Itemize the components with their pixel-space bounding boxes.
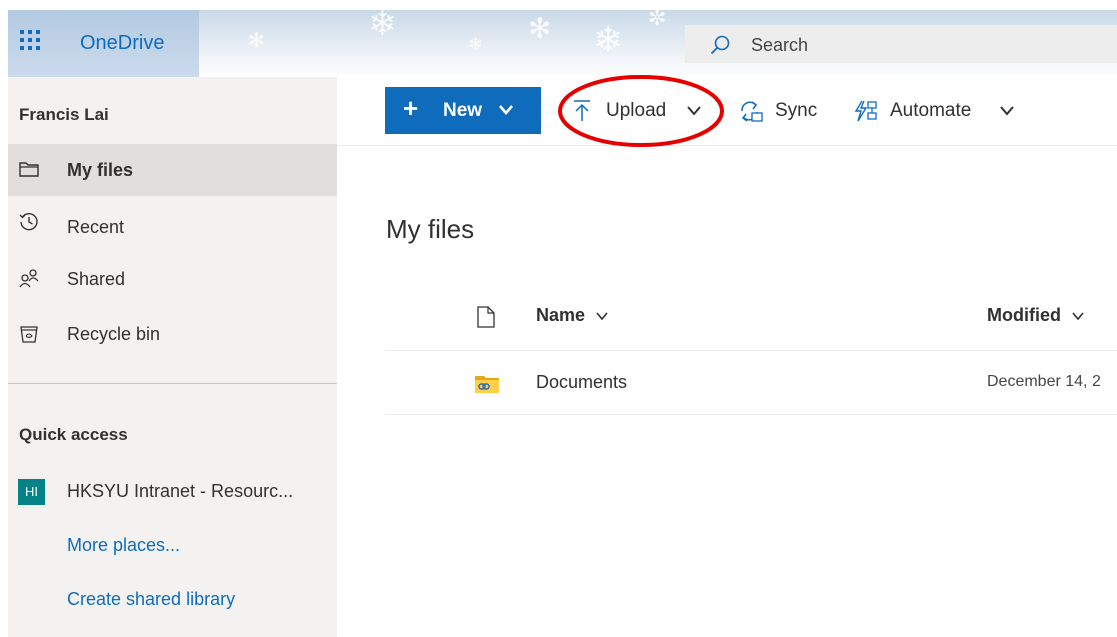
column-header-name[interactable]: Name [536,305,609,335]
file-type-icon[interactable] [476,305,496,329]
sync-button[interactable]: Sync [738,92,828,130]
quick-access-item-hksyu-intranet[interactable]: HI HKSYU Intranet - Resourc... [8,465,337,515]
sidebar-item-label: Shared [67,269,126,289]
page-title: My files [386,214,475,244]
site-badge: HI [18,479,45,505]
automate-button[interactable]: Automate [853,92,1018,130]
more-places-link[interactable]: More places... [67,535,180,556]
sidebar-item-label: My files [67,160,134,180]
chevron-down-icon [687,106,701,116]
snowflake-decoration: ✻ [528,12,552,45]
app-name[interactable]: OneDrive [80,32,164,55]
snowflake-decoration: ❄ [368,10,397,44]
chevron-down-icon [499,105,513,115]
recycle-bin-icon [20,326,38,343]
sidebar-item-shared[interactable]: Shared [8,253,337,305]
automate-button-label: Automate [890,100,972,121]
column-header-modified[interactable]: Modified [987,305,1085,335]
column-header-label: Modified [987,305,1061,325]
snowflake-decoration: ❄ [593,20,624,61]
quick-access-heading: Quick access [19,425,128,444]
upload-button-label: Upload [606,100,667,121]
chevron-down-icon [1072,312,1085,321]
upload-icon [574,100,590,121]
app-launcher-icon[interactable] [18,28,44,54]
file-name-documents[interactable]: Documents [536,372,627,393]
command-bar-divider [337,145,1117,146]
sidebar-item-recent[interactable]: Recent [8,201,337,253]
automate-icon [854,100,877,122]
table-header-divider [385,350,1117,351]
new-button[interactable]: + New [385,87,541,134]
create-shared-library-link[interactable]: Create shared library [67,589,235,610]
upload-button[interactable]: Upload [572,92,710,130]
chevron-down-icon [1000,106,1014,116]
search-input[interactable]: Search [685,25,1117,63]
chevron-down-icon [596,312,609,321]
snowflake-decoration: ✻ [248,28,265,52]
quick-access-item-label: HKSYU Intranet - Resourc... [67,481,294,501]
sync-icon [741,101,763,122]
user-name: Francis Lai [19,105,109,124]
shared-folder-icon [475,376,499,393]
column-header-label: Name [536,305,586,325]
sidebar-item-my-files[interactable]: My files [8,144,337,196]
brand-area: OneDrive [8,10,199,77]
snowflake-decoration: ✼ [648,10,667,31]
sidebar-item-label: Recycle bin [67,324,161,344]
file-modified-date: December 14, 2 [987,373,1101,390]
table-row-divider [385,414,1117,415]
sidebar-item-recycle-bin[interactable]: Recycle bin [8,308,337,360]
search-placeholder: Search [751,35,809,55]
snowflake-decoration: ❄ [468,34,484,55]
search-icon [710,35,730,55]
people-icon [19,269,39,288]
new-button-label: New [443,100,483,121]
sidebar-item-label: Recent [67,217,125,237]
top-bar: ❄ ✻ ❄ ✼ ✻ ❄ OneDrive Search [8,10,1117,77]
clock-icon [19,213,38,231]
folder-icon [19,162,39,177]
sidebar-divider [8,383,337,384]
sidebar: Francis Lai My files Recent Shared Recyc… [8,77,337,637]
sync-button-label: Sync [775,100,818,121]
plus-icon: + [403,93,419,123]
